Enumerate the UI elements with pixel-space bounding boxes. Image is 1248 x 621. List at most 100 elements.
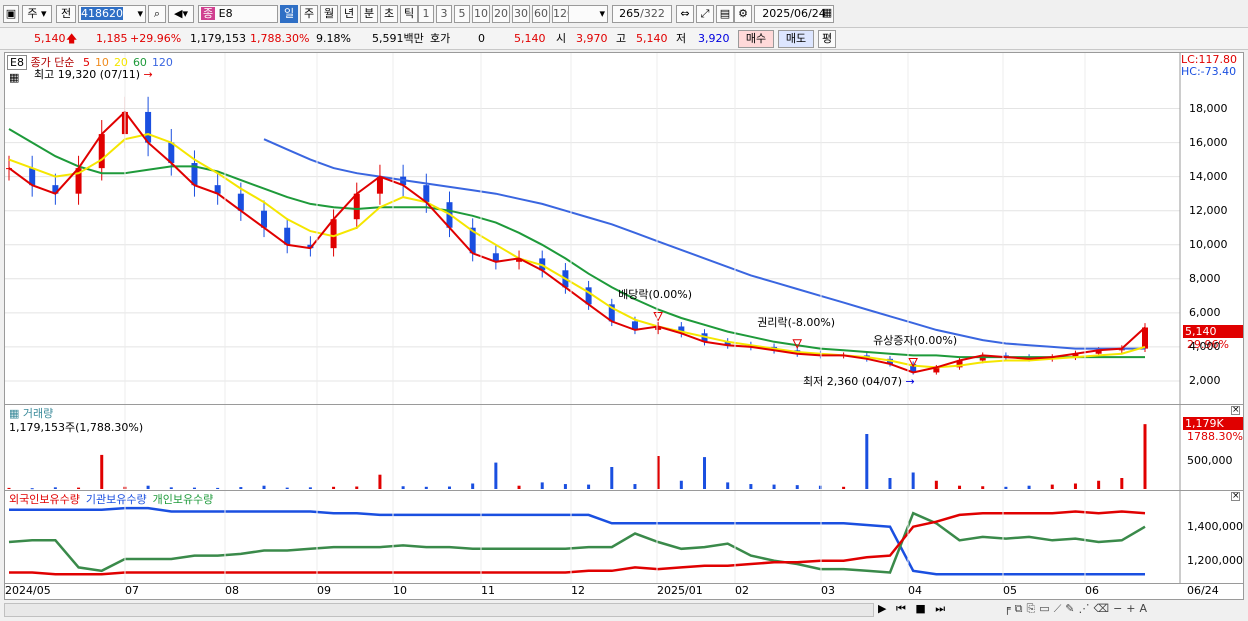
sell-button[interactable]: 매도 <box>778 30 814 48</box>
type-select[interactable]: 주 ▾ <box>22 5 52 23</box>
holding-legend-1: 기관보유수량 <box>85 493 147 506</box>
interval-button-4[interactable]: 20 <box>492 5 510 23</box>
volume-bar <box>355 486 359 489</box>
volume-bar <box>471 483 475 489</box>
interval-button-6[interactable]: 60 <box>532 5 550 23</box>
volume-bar <box>911 472 915 489</box>
product-code-field[interactable]: 종 E8 <box>198 5 278 23</box>
volume-bar <box>169 487 173 489</box>
drawing-tools[interactable]: ╒⧉⎘▭⟋✎⋰⌫−+A <box>1004 602 1151 616</box>
buy-button[interactable]: 매수 <box>738 30 774 48</box>
volume-bar <box>934 480 938 489</box>
chevron-down-icon[interactable]: ▾ <box>137 6 145 22</box>
price-y-tick: 18,000 <box>1189 101 1228 115</box>
volume-bar <box>633 484 637 489</box>
event-marker-icon <box>653 311 663 322</box>
arrows-icon[interactable]: ⇔ <box>676 5 694 23</box>
x-axis-label: 06 <box>1085 584 1099 597</box>
box-tool-icon[interactable]: ⧉ <box>1015 602 1027 615</box>
playback-controls[interactable]: ▶ ⏮ ■ ⏭ <box>878 602 948 616</box>
period-tab-2[interactable]: 월 <box>320 5 338 23</box>
gear-icon[interactable]: ⚙ <box>734 5 752 23</box>
search-icon[interactable]: ⌕ <box>148 5 166 23</box>
ma-label-4: 120 <box>151 56 173 69</box>
interval-select[interactable]: ▾ <box>568 5 608 23</box>
volume-bar <box>1143 424 1147 489</box>
text-size-icon[interactable]: A <box>1140 602 1152 615</box>
text-tool-icon[interactable]: ✎ <box>1065 602 1078 615</box>
count-total: /322 <box>640 7 665 20</box>
line-tool-icon[interactable]: ╒ <box>1004 602 1015 615</box>
max-arrow-icon: → <box>143 68 153 81</box>
bottom-toolbar: ▶ ⏮ ■ ⏭ ╒⧉⎘▭⟋✎⋰⌫−+A <box>0 600 1248 621</box>
volume-bar <box>401 486 405 489</box>
x-axis-label: 08 <box>225 584 239 597</box>
fibo-tool-icon[interactable]: ⋰ <box>1079 602 1094 615</box>
forward-icon[interactable]: ⏭ <box>935 602 948 615</box>
ma60-line <box>8 128 1145 359</box>
copy-icon[interactable]: ⎘ <box>1026 602 1039 615</box>
x-axis-label: 06/24 <box>1187 584 1219 597</box>
period-tab-5[interactable]: 초 <box>380 5 398 23</box>
volume-bar <box>332 486 336 489</box>
volume-bar <box>239 487 243 489</box>
shape-tool-icon[interactable]: ▭ <box>1039 602 1053 615</box>
chart-area[interactable]: E8 종가 단순 5 10 20 60 120 ▦ 최고 19,320 (07/11) … <box>4 52 1244 600</box>
product-code-value: E8 <box>218 7 233 20</box>
calendar-icon[interactable]: ▦ <box>820 5 834 23</box>
erase-tool-icon[interactable]: ⌫ <box>1094 602 1114 615</box>
period-tab-4[interactable]: 분 <box>360 5 378 23</box>
next-icon[interactable]: ▶ <box>878 602 889 615</box>
avg-button[interactable]: 평 <box>818 30 836 48</box>
event-label: 유상증자(0.00%) <box>873 334 958 348</box>
prev-button[interactable]: 전 <box>56 5 76 23</box>
horizontal-scrollbar[interactable] <box>4 603 874 617</box>
zoom-out-icon[interactable]: − <box>1113 602 1126 615</box>
volume-bar <box>262 485 266 489</box>
interval-button-0[interactable]: 1 <box>418 5 434 23</box>
expand-icon[interactable]: ⤢ <box>696 5 714 23</box>
volume-bar <box>146 485 150 489</box>
period-tab-6[interactable]: 틱 <box>400 5 418 23</box>
window-icon[interactable]: ▣ <box>3 5 19 23</box>
volume-bar <box>703 457 707 489</box>
interval-button-1[interactable]: 3 <box>436 5 452 23</box>
period-tab-3[interactable]: 년 <box>340 5 358 23</box>
x-axis-label: 10 <box>393 584 407 597</box>
volume-value-label: 1,179,153주(1,788.30%) <box>9 421 144 434</box>
trend-tool-icon[interactable]: ⟋ <box>1054 602 1066 615</box>
interval-button-3[interactable]: 10 <box>472 5 490 23</box>
quote-bar: 5,140 🡅 1,185 +29.96% 1,179,153 1,788.30… <box>0 28 1248 50</box>
max-price-text: 최고 19,320 (07/11) <box>34 68 141 81</box>
price-y-tick: 16,000 <box>1189 135 1228 149</box>
interval-button-5[interactable]: 30 <box>512 5 530 23</box>
up-arrow-icon: 🡅 <box>66 32 78 45</box>
volume-bar <box>772 484 776 489</box>
volume-bar <box>888 478 892 489</box>
grid-icon[interactable]: ▦ <box>9 71 19 84</box>
stock-chart[interactable] <box>5 53 1245 601</box>
period-tab-0[interactable]: 일 <box>280 5 298 23</box>
volume-bar <box>587 484 591 489</box>
holding-y-tick-1: 1,400,000 <box>1187 520 1243 533</box>
ma5-line <box>8 110 1146 374</box>
volume-bar <box>216 487 220 489</box>
x-axis-label: 02 <box>735 584 749 597</box>
rewind-icon[interactable]: ⏮ <box>896 602 909 615</box>
stop-icon[interactable]: ■ <box>915 602 928 615</box>
interval-button-2[interactable]: 5 <box>454 5 470 23</box>
hc-label: HC:-73.40 <box>1181 65 1237 78</box>
close-icon[interactable]: × <box>1231 406 1240 415</box>
zoom-in-icon[interactable]: + <box>1126 602 1139 615</box>
code-input[interactable]: 418620 ▾ <box>78 5 146 23</box>
close-icon[interactable]: × <box>1231 492 1240 501</box>
holding-legend-0: 외국인보유수량 <box>9 493 80 506</box>
volume-bar <box>1073 483 1077 489</box>
period-tab-1[interactable]: 주 <box>300 5 318 23</box>
x-axis-label: 07 <box>125 584 139 597</box>
count-field[interactable]: 265/322 <box>612 5 672 23</box>
save-icon[interactable]: ▤ <box>716 5 734 23</box>
min-price-text: 최저 2,360 (04/07) <box>803 375 903 388</box>
volume-bar <box>378 474 382 489</box>
speaker-icon[interactable]: ◀▾ <box>168 5 194 23</box>
